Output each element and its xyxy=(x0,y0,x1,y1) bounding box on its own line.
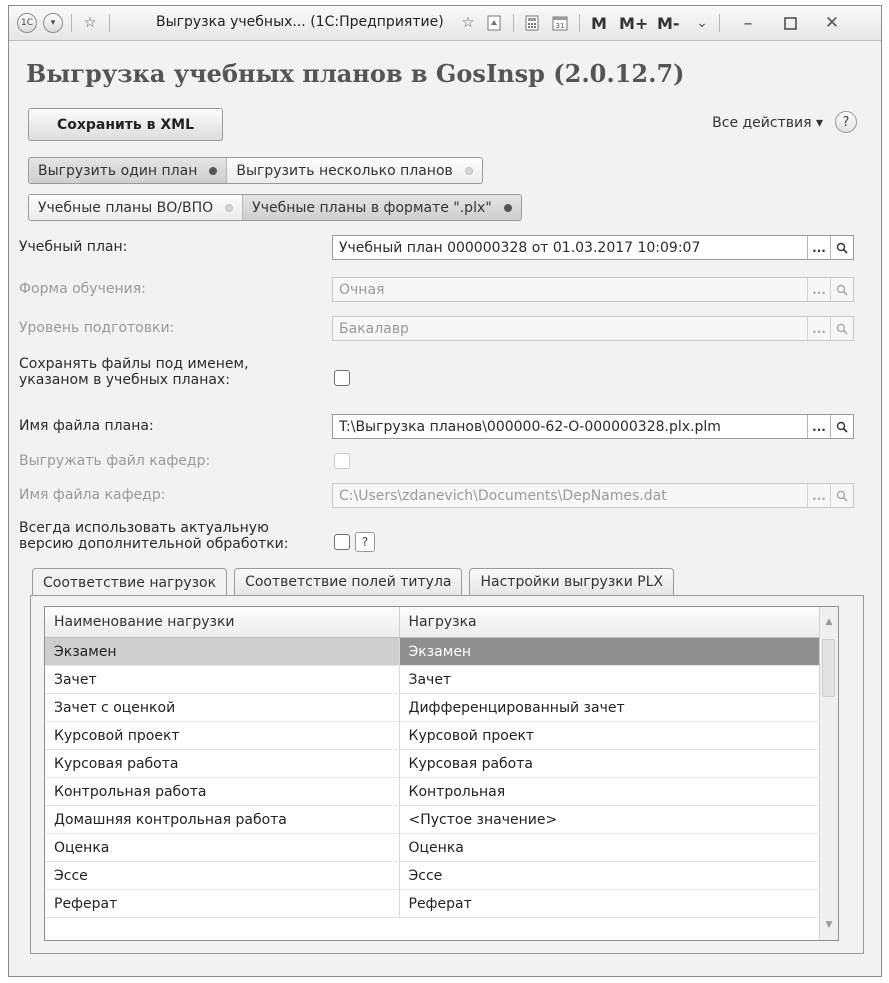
help-icon[interactable]: ? xyxy=(835,111,857,133)
table-row[interactable]: Домашняя контрольная работа <Пустое значе… xyxy=(45,805,822,834)
close-icon[interactable]: ✕ xyxy=(821,13,843,33)
load-value-cell[interactable]: Курсовая работа xyxy=(399,749,822,778)
load-name-cell[interactable]: Эссе xyxy=(45,861,400,890)
study-form-label: Форма обучения: xyxy=(19,281,146,297)
plan-select-button[interactable]: ... xyxy=(807,236,830,259)
load-value-cell[interactable]: Экзамен xyxy=(399,637,822,666)
export-dept-file-label: Выгружать файл кафедр: xyxy=(19,453,211,469)
form-window: 1С ▾ ☆ Выгрузка учебных... (1С:Предприят… xyxy=(8,5,882,977)
study-form-search-icon xyxy=(830,278,853,301)
study-form-field: Очная ... xyxy=(332,277,854,302)
form-title: Выгрузка учебных планов в GosInsp (2.0.1… xyxy=(26,59,685,88)
load-value-cell[interactable]: Реферат xyxy=(399,889,822,918)
load-name-cell[interactable]: Зачет xyxy=(45,665,400,694)
maximize-icon[interactable] xyxy=(779,13,801,33)
minimize-icon[interactable]: – xyxy=(737,13,759,34)
level-select-button: ... xyxy=(807,317,830,340)
load-value-cell[interactable]: Зачет xyxy=(399,665,822,694)
calculator-icon[interactable] xyxy=(521,13,543,33)
scroll-thumb[interactable] xyxy=(822,639,835,697)
column-header-load-name[interactable]: Наименование нагрузки xyxy=(45,607,400,638)
load-value-cell[interactable]: Курсовой проект xyxy=(399,721,822,750)
dropdown-arrow-icon[interactable]: ⌄ xyxy=(691,13,713,33)
load-value-cell[interactable]: Оценка xyxy=(399,833,822,862)
export-one-plan-option[interactable]: Выгрузить один план xyxy=(29,158,228,183)
all-actions-menu[interactable]: Все действия ▾ xyxy=(712,115,823,131)
plan-file-name-field[interactable]: T:\Выгрузка планов\000000-62-О-000000328… xyxy=(332,414,854,439)
tab-title-fields-mapping[interactable]: Соответствие полей титула xyxy=(234,568,463,595)
memory-minus-button[interactable]: M- xyxy=(657,13,680,33)
actual-version-checkbox[interactable] xyxy=(334,534,350,550)
save-xml-button[interactable]: Сохранить в XML xyxy=(28,108,223,141)
table-row[interactable]: Оценка Оценка xyxy=(45,833,822,862)
plan-file-select-button[interactable]: ... xyxy=(807,415,830,438)
load-value-cell[interactable]: Дифференцированный зачет xyxy=(399,693,822,722)
app-logo-icon[interactable]: 1С xyxy=(17,13,37,33)
plan-field[interactable]: Учебный план 000000328 от 01.03.2017 10:… xyxy=(332,235,854,260)
plan-label: Учебный план: xyxy=(19,239,128,255)
load-value-cell[interactable]: Контрольная xyxy=(399,777,822,806)
table-row[interactable]: Контрольная работа Контрольная xyxy=(45,777,822,806)
load-name-cell[interactable]: Контрольная работа xyxy=(45,777,400,806)
menu-dropdown-icon[interactable]: ▾ xyxy=(43,13,63,33)
export-dept-file-checkbox xyxy=(334,453,350,469)
dept-file-name-label: Имя файла кафедр: xyxy=(19,487,166,503)
memory-plus-button[interactable]: M+ xyxy=(619,13,648,33)
table-row[interactable]: Эссе Эссе xyxy=(45,861,822,890)
scroll-up-icon[interactable]: ▲ xyxy=(820,613,838,631)
load-name-cell[interactable]: Экзамен xyxy=(45,637,400,666)
table-row[interactable]: Курсовая работа Курсовая работа xyxy=(45,749,822,778)
load-value-cell[interactable]: Эссе xyxy=(399,861,822,890)
column-header-load[interactable]: Нагрузка xyxy=(399,607,822,638)
tab-plx-export-settings[interactable]: Настройки выгрузки PLX xyxy=(469,568,675,595)
calendar-icon[interactable]: 31 xyxy=(549,13,571,33)
document-icon[interactable] xyxy=(483,13,505,33)
load-name-cell[interactable]: Реферат xyxy=(45,889,400,918)
export-several-plans-option[interactable]: Выгрузить несколько планов xyxy=(227,158,482,183)
svg-text:31: 31 xyxy=(556,22,565,30)
plan-file-name-label: Имя файла плана: xyxy=(19,418,154,434)
tab-load-mapping[interactable]: Соответствие нагрузок xyxy=(32,568,228,597)
add-favorite-star-icon[interactable]: ☆ xyxy=(457,13,479,33)
title-bar: 1С ▾ ☆ Выгрузка учебных... (1С:Предприят… xyxy=(9,6,881,41)
load-mapping-table: Наименование нагрузки Нагрузка Экзамен Эк… xyxy=(44,606,839,941)
table-row[interactable]: Экзамен Экзамен xyxy=(45,637,822,666)
plan-file-search-icon[interactable] xyxy=(830,415,853,438)
favorite-star-icon[interactable]: ☆ xyxy=(79,13,101,33)
save-by-plan-names-label: Сохранять файлы под именем, указаном в у… xyxy=(19,356,249,388)
dept-file-select-button: ... xyxy=(807,484,830,507)
level-field: Бакалавр ... xyxy=(332,316,854,341)
load-name-cell[interactable]: Курсовой проект xyxy=(45,721,400,750)
window-title: Выгрузка учебных... (1С:Предприятие) xyxy=(156,14,444,30)
load-name-cell[interactable]: Курсовая работа xyxy=(45,749,400,778)
plan-format-switch: Учебные планы ВО/ВПО Учебные планы в фор… xyxy=(28,194,522,221)
table-header-row: Наименование нагрузки Нагрузка xyxy=(45,607,822,638)
memory-m-button[interactable]: M xyxy=(591,13,607,33)
actual-version-help-button[interactable]: ? xyxy=(355,532,375,552)
load-value-cell[interactable]: <Пустое значение> xyxy=(399,805,822,834)
vo-vpo-plans-option[interactable]: Учебные планы ВО/ВПО xyxy=(29,195,244,220)
load-name-cell[interactable]: Домашняя контрольная работа xyxy=(45,805,400,834)
level-search-icon xyxy=(830,317,853,340)
dept-file-name-field: C:\Users\zdanevich\Documents\DepNames.da… xyxy=(332,483,854,508)
plan-open-search-icon[interactable] xyxy=(830,236,853,259)
save-by-plan-names-checkbox[interactable] xyxy=(334,370,350,386)
actual-version-label: Всегда использовать актуальную версию до… xyxy=(19,520,289,552)
level-label: Уровень подготовки: xyxy=(19,320,175,336)
table-row[interactable]: Зачет Зачет xyxy=(45,665,822,694)
scroll-down-icon[interactable]: ▼ xyxy=(820,916,838,934)
tab-bar: Соответствие нагрузок Соответствие полей… xyxy=(32,568,681,597)
dept-file-search-icon xyxy=(830,484,853,507)
load-name-cell[interactable]: Зачет с оценкой xyxy=(45,693,400,722)
export-mode-switch: Выгрузить один план Выгрузить несколько … xyxy=(28,157,483,184)
plx-format-plans-option[interactable]: Учебные планы в формате ".plx" xyxy=(243,195,521,220)
table-row[interactable]: Зачет с оценкой Дифференцированный зачет xyxy=(45,693,822,722)
study-form-select-button: ... xyxy=(807,278,830,301)
table-row[interactable]: Реферат Реферат xyxy=(45,889,822,918)
app-logo-text: 1С xyxy=(17,13,37,33)
load-name-cell[interactable]: Оценка xyxy=(45,833,400,862)
table-vertical-scrollbar[interactable]: ▲ ▼ xyxy=(819,607,838,940)
table-row[interactable]: Курсовой проект Курсовой проект xyxy=(45,721,822,750)
